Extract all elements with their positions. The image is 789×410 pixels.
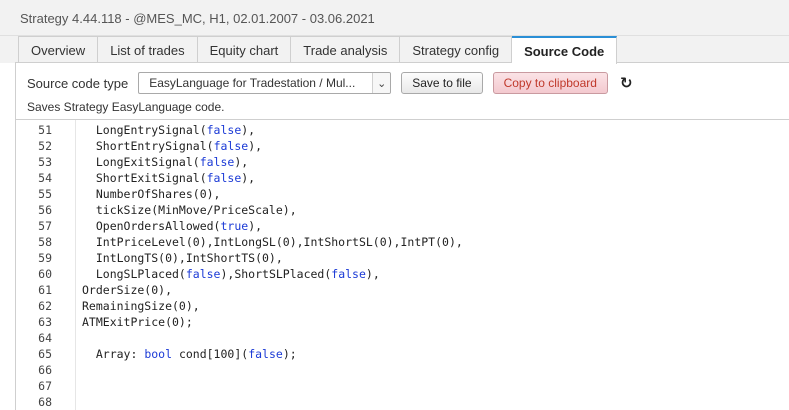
code-token: OpenOrdersAllowed( bbox=[82, 219, 221, 233]
source-toolbar: Source code type EasyLanguage for Trades… bbox=[15, 62, 789, 120]
tab-source-code[interactable]: Source Code bbox=[512, 36, 618, 64]
code-token: ), bbox=[234, 155, 249, 169]
refresh-icon[interactable]: ↻ bbox=[620, 74, 633, 92]
code-keyword: true bbox=[220, 219, 249, 233]
tab-list-of-trades[interactable]: List of trades bbox=[98, 36, 198, 63]
code-token: ShortExitSignal( bbox=[82, 171, 207, 185]
code-token: LongSLPlaced( bbox=[82, 267, 186, 281]
code-token: LongEntrySignal( bbox=[82, 123, 207, 137]
line-number: 65 bbox=[38, 347, 52, 361]
window-title: Strategy 4.44.118 - @MES_MC, H1, 02.01.2… bbox=[0, 0, 789, 36]
code-token: LongExitSignal( bbox=[82, 155, 200, 169]
line-number: 68 bbox=[38, 395, 52, 409]
code-token: ), bbox=[241, 171, 256, 185]
code-keyword: false bbox=[185, 267, 221, 281]
code-token: tickSize(MinMove/PriceScale), bbox=[82, 203, 297, 217]
line-number: 56 bbox=[38, 203, 52, 217]
code-text: tickSize(MinMove/PriceScale), bbox=[82, 203, 297, 217]
code-keyword: false bbox=[248, 347, 283, 361]
line-number: 61 bbox=[38, 283, 52, 297]
code-token: ),ShortSLPlaced( bbox=[220, 267, 332, 281]
code-token: cond[100]( bbox=[172, 347, 249, 361]
tab-bar: Overview List of trades Equity chart Tra… bbox=[0, 36, 789, 64]
line-number: 66 bbox=[38, 363, 52, 377]
line-number: 59 bbox=[38, 251, 52, 265]
line-number: 60 bbox=[38, 267, 52, 281]
code-token: ), bbox=[248, 219, 263, 233]
code-text: LongSLPlaced(false),ShortSLPlaced(false)… bbox=[82, 267, 380, 281]
code-text: ATMExitPrice(0); bbox=[82, 315, 193, 329]
code-token: ), bbox=[241, 123, 256, 137]
code-token: ), bbox=[365, 267, 380, 281]
code-text: OpenOrdersAllowed(true), bbox=[82, 219, 262, 233]
save-to-file-button[interactable]: Save to file bbox=[401, 72, 483, 94]
line-number: 54 bbox=[38, 171, 52, 185]
code-token: OrderSize(0), bbox=[82, 283, 173, 297]
line-number: 57 bbox=[38, 219, 52, 233]
code-token: Array: bbox=[82, 347, 145, 361]
code-text: LongEntrySignal(false), bbox=[82, 123, 255, 137]
tab-trade-analysis[interactable]: Trade analysis bbox=[291, 36, 401, 63]
line-number: 62 bbox=[38, 299, 52, 313]
code-token: IntPriceLevel(0),IntLongSL(0),IntShortSL… bbox=[82, 235, 463, 249]
line-number: 51 bbox=[38, 123, 52, 137]
code-token: ); bbox=[282, 347, 297, 361]
tab-strategy-config[interactable]: Strategy config bbox=[400, 36, 513, 63]
code-token: IntLongTS(0),IntShortTS(0), bbox=[82, 251, 283, 265]
code-token: ATMExitPrice(0); bbox=[82, 315, 193, 329]
tab-overview[interactable]: Overview bbox=[19, 36, 99, 63]
line-number: 64 bbox=[38, 331, 52, 345]
code-text: NumberOfShares(0), bbox=[82, 187, 221, 201]
code-text: LongExitSignal(false), bbox=[82, 155, 248, 169]
line-number: 63 bbox=[38, 315, 52, 329]
code-keyword: false bbox=[331, 267, 366, 281]
copy-to-clipboard-button[interactable]: Copy to clipboard bbox=[492, 72, 608, 94]
code-text: OrderSize(0), bbox=[82, 283, 172, 297]
code-text: ShortExitSignal(false), bbox=[82, 171, 255, 185]
chevron-down-icon[interactable]: ⌄ bbox=[372, 73, 391, 93]
code-keyword: bool bbox=[144, 347, 173, 361]
line-number: 53 bbox=[38, 155, 52, 169]
line-number: 67 bbox=[38, 379, 52, 393]
source-type-select[interactable]: EasyLanguage for Tradestation / Mul... ⌄ bbox=[138, 72, 392, 94]
code-text: RemainingSize(0), bbox=[82, 299, 200, 313]
toolbar-description: Saves Strategy EasyLanguage code. bbox=[27, 100, 225, 114]
line-number: 55 bbox=[38, 187, 52, 201]
code-token: RemainingSize(0), bbox=[82, 299, 200, 313]
source-type-value: EasyLanguage for Tradestation / Mul... bbox=[149, 76, 356, 90]
code-keyword: false bbox=[213, 139, 249, 153]
code-keyword: false bbox=[199, 155, 235, 169]
source-type-label: Source code type bbox=[27, 75, 129, 91]
code-token: NumberOfShares(0), bbox=[82, 187, 221, 201]
code-editor[interactable]: 51 LongEntrySignal(false), 52 ShortEntryS… bbox=[15, 120, 789, 410]
code-text: ShortEntrySignal(false), bbox=[82, 139, 262, 153]
code-keyword: false bbox=[206, 123, 242, 137]
code-keyword: false bbox=[206, 171, 242, 185]
line-number: 52 bbox=[38, 139, 52, 153]
line-number: 58 bbox=[38, 235, 52, 249]
code-text: IntLongTS(0),IntShortTS(0), bbox=[82, 251, 283, 265]
code-token: ShortEntrySignal( bbox=[82, 139, 214, 153]
code-text: Array: bool cond[100](false); bbox=[82, 347, 297, 361]
code-text: IntPriceLevel(0),IntLongSL(0),IntShortSL… bbox=[82, 235, 463, 249]
tab-equity-chart[interactable]: Equity chart bbox=[197, 36, 292, 63]
code-token: ), bbox=[248, 139, 263, 153]
